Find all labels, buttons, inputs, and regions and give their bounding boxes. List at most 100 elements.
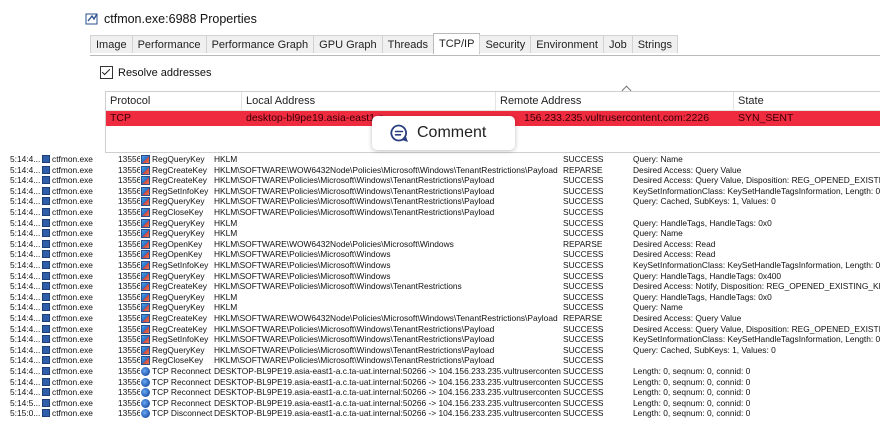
event-detail: Query: HandleTags, HandleTags: 0x0	[633, 291, 772, 302]
event-process-name: ctfmon.exe	[52, 260, 93, 270]
process-icon	[42, 282, 50, 291]
event-row[interactable]: 5:14:4... ctfmon.exe 13556 TCP Reconnect DES…	[0, 377, 880, 388]
event-time: 5:14:4...	[10, 238, 40, 249]
event-operation: RegQueryKey	[152, 291, 205, 302]
column-header-protocol[interactable]: Protocol	[106, 92, 242, 110]
event-operation: RegCreateKey	[152, 164, 207, 175]
event-row[interactable]: 5:14:4... ctfmon.exe 13556 RegCreateKey HKLM…	[0, 313, 880, 324]
event-process-name: ctfmon.exe	[52, 154, 93, 164]
process-icon	[42, 292, 50, 301]
event-row[interactable]: 5:15:0... ctfmon.exe 13556 TCP Disconnect DE…	[0, 408, 880, 419]
event-row[interactable]: 5:14:5... ctfmon.exe 13556 TCP Reconnect DES…	[0, 398, 880, 409]
tab-gpu-graph[interactable]: GPU Graph	[313, 35, 383, 53]
event-row[interactable]: 5:14:4... ctfmon.exe 13556 RegQueryKey HKLM S…	[0, 292, 880, 303]
event-detail: Desired Access: Notify, Disposition: REG…	[633, 281, 880, 292]
event-pid: 13556	[118, 228, 140, 239]
event-path: HKLM	[214, 228, 238, 239]
event-result: SUCCESS	[563, 281, 604, 292]
event-operation: RegQueryKey	[152, 344, 205, 355]
event-path: HKLM\SOFTWARE\Policies\Microsoft\Windows…	[214, 196, 495, 207]
event-path: HKLM\SOFTWARE\WOW6432Node\Policies\Micro…	[214, 238, 454, 249]
tab-image[interactable]: Image	[90, 35, 133, 53]
event-operation: RegQueryKey	[152, 154, 205, 164]
event-process-name: ctfmon.exe	[52, 185, 93, 196]
event-row[interactable]: 5:14:4... ctfmon.exe 13556 RegCloseKey HKLM\…	[0, 355, 880, 366]
tab-threads[interactable]: Threads	[381, 35, 434, 53]
event-result: SUCCESS	[563, 344, 604, 355]
event-detail: Desired Access: Read	[633, 249, 716, 260]
event-row[interactable]: 5:14:4... ctfmon.exe 13556 RegQueryKey HKLM\…	[0, 196, 880, 207]
event-row[interactable]: 5:14:4... ctfmon.exe 13556 TCP Reconnect DES…	[0, 387, 880, 398]
registry-icon	[141, 208, 150, 217]
comment-button[interactable]: Comment	[372, 116, 515, 150]
resolve-addresses-checkbox[interactable]: Resolve addresses	[100, 66, 212, 79]
tab-environment[interactable]: Environment	[530, 35, 604, 53]
event-row[interactable]: 5:14:4... ctfmon.exe 13556 RegQueryKey HKLM\…	[0, 271, 880, 282]
event-pid: 13556	[118, 260, 140, 270]
event-pid: 13556	[118, 175, 140, 186]
tab-security[interactable]: Security	[479, 35, 532, 53]
tab-performance[interactable]: Performance	[131, 35, 207, 53]
event-pid: 13556	[118, 366, 140, 376]
registry-icon	[141, 229, 150, 239]
process-icon	[42, 186, 50, 195]
event-path: DESKTOP-BL9PE19.asia-east1-a.c.ta-uat.in…	[214, 376, 561, 387]
event-row[interactable]: 5:14:4... ctfmon.exe 13556 RegCreateKey HKLM…	[0, 165, 880, 176]
event-row[interactable]: 5:14:4... ctfmon.exe 13556 RegQueryKey HKLM S…	[0, 228, 880, 239]
event-operation: RegCreateKey	[152, 323, 207, 334]
event-process-name: ctfmon.exe	[52, 334, 93, 345]
event-row[interactable]: 5:14:4... ctfmon.exe 13556 RegOpenKey HKLM\S…	[0, 249, 880, 260]
event-pid: 13556	[118, 334, 140, 345]
process-icon	[42, 388, 50, 397]
event-list[interactable]: 5:14:4... ctfmon.exe 13556 RegQueryKey HKLM S…	[0, 152, 880, 430]
event-result: SUCCESS	[563, 196, 604, 207]
event-detail: Desired Access: Read	[633, 238, 716, 249]
event-pid: 13556	[118, 355, 140, 366]
registry-icon	[141, 314, 150, 323]
event-row[interactable]: 5:14:4... ctfmon.exe 13556 RegQueryKey HKLM S…	[0, 218, 880, 229]
tab-strings[interactable]: Strings	[631, 35, 678, 53]
checkbox-checked-icon[interactable]	[100, 66, 113, 79]
event-operation: TCP Reconnect	[152, 376, 211, 387]
event-result: SUCCESS	[563, 249, 604, 260]
column-header-state[interactable]: State	[734, 92, 844, 110]
event-row[interactable]: 5:14:4... ctfmon.exe 13556 RegCreateKey HKLM…	[0, 324, 880, 335]
event-path: DESKTOP-BL9PE19.asia-east1-a.c.ta-uat.in…	[214, 408, 561, 419]
event-detail: Query: Name	[633, 302, 683, 313]
event-row[interactable]: 5:14:4... ctfmon.exe 13556 RegSetInfoKey HKL…	[0, 334, 880, 345]
event-path: HKLM\SOFTWARE\Policies\Microsoft\Windows…	[214, 344, 495, 355]
tab-job[interactable]: Job	[602, 35, 633, 53]
event-row[interactable]: 5:14:4... ctfmon.exe 13556 RegCreateKey HKLM…	[0, 281, 880, 292]
event-time: 5:14:4...	[10, 313, 40, 323]
event-row[interactable]: 5:14:4... ctfmon.exe 13556 RegSetInfoKey HKL…	[0, 260, 880, 271]
event-row[interactable]: 5:14:4... ctfmon.exe 13556 RegQueryKey HKLM S…	[0, 302, 880, 313]
event-row[interactable]: 5:14:4... ctfmon.exe 13556 RegCloseKey HKLM\…	[0, 207, 880, 218]
event-pid: 13556	[118, 291, 140, 302]
network-icon	[141, 367, 150, 376]
event-row[interactable]: 5:14:4... ctfmon.exe 13556 RegQueryKey HKLM S…	[0, 154, 880, 165]
event-row[interactable]: 5:14:4... ctfmon.exe 13556 RegSetInfoKey HKL…	[0, 186, 880, 197]
tab-tcp-ip[interactable]: TCP/IP	[433, 33, 481, 54]
event-process-name: ctfmon.exe	[52, 366, 93, 376]
registry-icon	[141, 282, 150, 292]
column-header-remote-address[interactable]: Remote Address	[496, 92, 734, 110]
process-icon	[42, 197, 50, 206]
event-result: SUCCESS	[563, 260, 604, 270]
event-pid: 13556	[118, 154, 140, 164]
event-time: 5:14:4...	[10, 302, 40, 313]
event-result: SUCCESS	[563, 175, 604, 186]
event-time: 5:14:4...	[10, 196, 40, 207]
event-path: HKLM\SOFTWARE\Policies\Microsoft\Windows	[214, 270, 391, 281]
event-row[interactable]: 5:14:4... ctfmon.exe 13556 TCP Reconnect DES…	[0, 366, 880, 377]
event-row[interactable]: 5:14:4... ctfmon.exe 13556 RegCreateKey HKLM…	[0, 175, 880, 186]
event-operation: RegCloseKey	[152, 207, 204, 217]
event-row[interactable]: 5:14:4... ctfmon.exe 13556 RegQueryKey HKLM\…	[0, 345, 880, 356]
tab-performance-graph[interactable]: Performance Graph	[205, 35, 315, 53]
event-pid: 13556	[118, 323, 140, 334]
list-header: Protocol Local Address Remote Address St…	[106, 85, 880, 111]
registry-icon	[141, 250, 150, 260]
event-row[interactable]: 5:14:4... ctfmon.exe 13556 RegOpenKey HKLM\S…	[0, 239, 880, 250]
column-header-local-address[interactable]: Local Address	[242, 92, 496, 110]
event-result: SUCCESS	[563, 334, 604, 345]
process-icon	[42, 271, 50, 280]
